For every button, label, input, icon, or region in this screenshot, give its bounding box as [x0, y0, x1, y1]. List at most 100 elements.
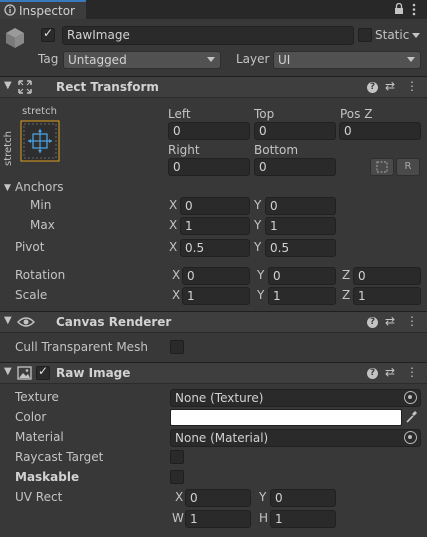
- rotation-y-field[interactable]: 0: [268, 267, 336, 285]
- pivot-y-axis-label: Y: [254, 240, 262, 254]
- anchor-min-y-field[interactable]: 0: [265, 197, 336, 215]
- scale-x-field[interactable]: 1: [182, 287, 250, 305]
- static-dropdown-arrow-icon[interactable]: [412, 33, 420, 38]
- left-header: Left: [168, 107, 191, 121]
- maskable-label: Maskable: [15, 470, 80, 484]
- layer-label: Layer: [236, 52, 270, 66]
- posz-header: Pos Z: [340, 107, 373, 121]
- anchor-preset-button[interactable]: [20, 120, 60, 162]
- context-menu-icon[interactable]: ⋮: [406, 79, 418, 93]
- raw-image-enabled-checkbox[interactable]: [36, 364, 50, 380]
- lock-icon[interactable]: [394, 3, 404, 15]
- kebab-menu-icon[interactable]: [411, 3, 417, 16]
- blueprint-icon: [376, 161, 388, 173]
- bottom-header: Bottom: [254, 143, 299, 157]
- raw-edit-button[interactable]: R: [396, 158, 420, 176]
- raw-image-header[interactable]: ▼ Raw Image ? ⇄ ⋮: [0, 362, 427, 384]
- pivot-label: Pivot: [15, 240, 45, 254]
- scale-z-axis-label: Z: [342, 288, 351, 302]
- context-menu-icon[interactable]: ⋮: [406, 314, 418, 328]
- min-y-axis-label: Y: [254, 198, 262, 212]
- rotation-x-axis-label: X: [172, 268, 181, 282]
- pivot-y-field[interactable]: 0.5: [265, 239, 336, 257]
- inspector-tab[interactable]: Inspector: [0, 0, 86, 19]
- raycast-target-label: Raycast Target: [15, 450, 104, 464]
- max-x-axis-label: X: [169, 218, 178, 232]
- blueprint-mode-button[interactable]: [370, 158, 394, 176]
- help-icon[interactable]: ?: [367, 368, 378, 379]
- left-field[interactable]: 0: [168, 122, 250, 140]
- help-icon[interactable]: ?: [367, 82, 378, 93]
- static-label: Static: [375, 28, 410, 42]
- maskable-checkbox[interactable]: [170, 470, 184, 484]
- raycast-target-checkbox[interactable]: [170, 450, 184, 464]
- image-icon: [17, 366, 32, 380]
- rect-transform-icon: [18, 80, 32, 94]
- info-icon: [4, 4, 16, 16]
- context-menu-icon[interactable]: ⋮: [406, 365, 418, 379]
- rotation-z-field[interactable]: 0: [353, 267, 421, 285]
- scale-x-axis-label: X: [172, 288, 181, 302]
- rect-transform-header[interactable]: ▼ Rect Transform ? ⇄ ⋮: [0, 76, 427, 98]
- rotation-y-axis-label: Y: [257, 268, 265, 282]
- texture-object-field[interactable]: None (Texture): [170, 389, 421, 407]
- foldout-arrow-icon[interactable]: ▼: [4, 315, 12, 326]
- uv-rect-label: UV Rect: [15, 490, 63, 504]
- presets-icon[interactable]: ⇄: [385, 314, 395, 328]
- texture-label: Texture: [15, 390, 59, 404]
- foldout-arrow-icon[interactable]: ▼: [4, 80, 12, 91]
- right-header: Right: [168, 143, 200, 157]
- anchor-max-y-field[interactable]: 1: [265, 217, 336, 235]
- anchors-foldout-arrow-icon[interactable]: ▼: [4, 183, 11, 193]
- anchor-max-x-field[interactable]: 1: [180, 217, 250, 235]
- rotation-label: Rotation: [15, 268, 66, 282]
- rotation-z-axis-label: Z: [342, 268, 351, 282]
- uv-rect-h-field[interactable]: 1: [270, 510, 336, 528]
- rotation-x-field[interactable]: 0: [182, 267, 250, 285]
- canvas-renderer-header[interactable]: ▼ Canvas Renderer ? ⇄ ⋮: [0, 311, 427, 333]
- uv-y-axis-label: Y: [259, 490, 267, 504]
- static-checkbox[interactable]: [358, 28, 372, 42]
- gameobject-active-checkbox[interactable]: [41, 26, 55, 42]
- cull-transparent-mesh-label: Cull Transparent Mesh: [15, 340, 148, 354]
- chevron-down-icon: [407, 57, 415, 62]
- chevron-down-icon: [207, 57, 215, 62]
- max-y-axis-label: Y: [254, 218, 262, 232]
- scale-y-field[interactable]: 1: [268, 287, 336, 305]
- uv-rect-y-field[interactable]: 0: [270, 489, 336, 507]
- cull-transparent-mesh-checkbox[interactable]: [170, 340, 184, 354]
- object-picker-icon[interactable]: [404, 431, 417, 444]
- material-object-field[interactable]: None (Material): [170, 429, 421, 447]
- uv-rect-w-field[interactable]: 1: [185, 510, 251, 528]
- uv-rect-x-field[interactable]: 0: [185, 489, 251, 507]
- object-picker-icon[interactable]: [404, 391, 417, 404]
- top-field[interactable]: 0: [254, 122, 336, 140]
- pivot-x-axis-label: X: [169, 240, 178, 254]
- tag-label: Tag: [38, 52, 59, 66]
- gameobject-cube-icon: [6, 28, 24, 48]
- tag-dropdown[interactable]: Untagged: [63, 51, 221, 69]
- presets-icon[interactable]: ⇄: [385, 79, 395, 93]
- anchor-preset-label-top: stretch: [22, 106, 57, 117]
- help-icon[interactable]: ?: [367, 317, 378, 328]
- posz-field[interactable]: 0: [339, 122, 421, 140]
- eyedropper-icon[interactable]: [405, 410, 418, 424]
- presets-icon[interactable]: ⇄: [385, 365, 395, 379]
- anchor-preset-label-side: stretch: [3, 131, 14, 166]
- scale-z-field[interactable]: 1: [353, 287, 421, 305]
- rect-transform-title: Rect Transform: [56, 80, 159, 94]
- material-label: Material: [15, 430, 64, 444]
- uv-x-axis-label: X: [175, 490, 184, 504]
- right-field[interactable]: 0: [168, 158, 250, 176]
- anchor-min-x-field[interactable]: 0: [180, 197, 250, 215]
- scale-y-axis-label: Y: [257, 288, 265, 302]
- pivot-x-field[interactable]: 0.5: [180, 239, 250, 257]
- foldout-arrow-icon[interactable]: ▼: [4, 366, 12, 377]
- layer-dropdown-value: UI: [278, 53, 291, 67]
- canvas-renderer-title: Canvas Renderer: [56, 315, 172, 329]
- layer-dropdown[interactable]: UI: [273, 51, 421, 69]
- scale-label: Scale: [15, 288, 48, 302]
- color-swatch[interactable]: [170, 409, 402, 426]
- gameobject-name-field[interactable]: RawImage: [62, 26, 354, 45]
- bottom-field[interactable]: 0: [254, 158, 336, 176]
